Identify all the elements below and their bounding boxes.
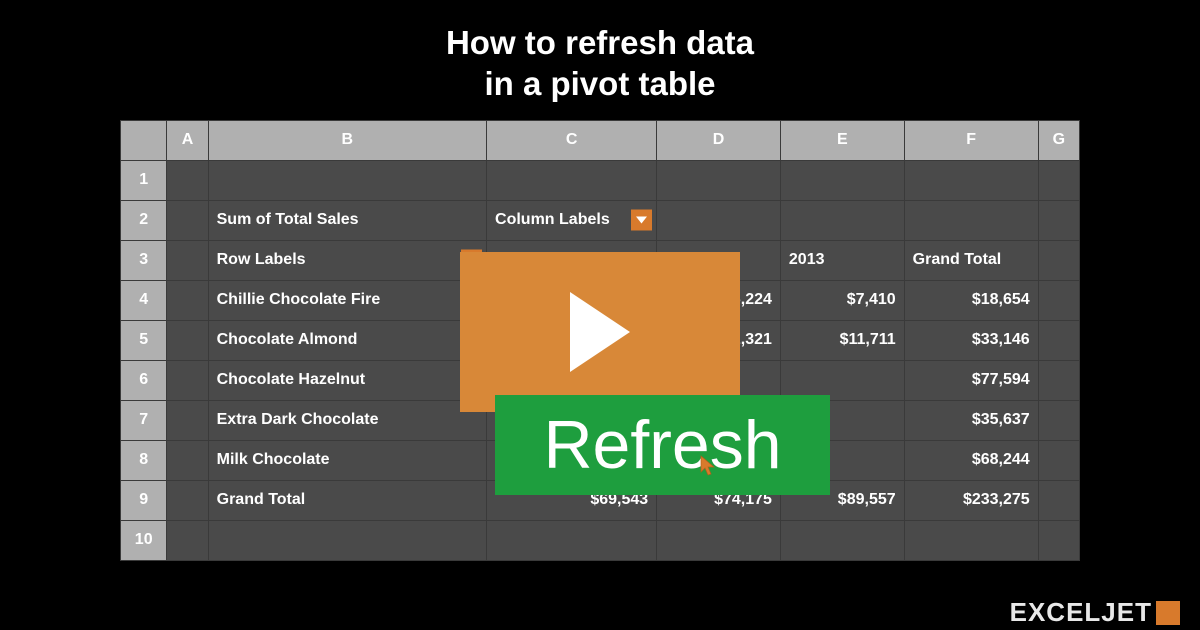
table-row: 2 Sum of Total Sales Column Labels (121, 200, 1080, 240)
cell[interactable] (1038, 240, 1079, 280)
cell[interactable] (167, 400, 208, 440)
cell[interactable] (208, 520, 486, 560)
brand-name: EXCELJET (1010, 597, 1152, 628)
row-header-6[interactable]: 6 (121, 360, 167, 400)
cell[interactable] (657, 200, 781, 240)
cell-value[interactable] (780, 360, 904, 400)
cell[interactable] (167, 320, 208, 360)
cell[interactable] (167, 240, 208, 280)
refresh-tooltip: Refresh (495, 395, 830, 495)
cell[interactable] (1038, 200, 1079, 240)
cell-value[interactable]: $11,711 (780, 320, 904, 360)
cell[interactable] (904, 520, 1038, 560)
cell-row-labels[interactable]: Row Labels (208, 240, 486, 280)
cell[interactable] (780, 520, 904, 560)
col-header-d[interactable]: D (657, 120, 781, 160)
title-line-2: in a pivot table (484, 65, 715, 102)
cell[interactable] (1038, 160, 1079, 200)
row-header-8[interactable]: 8 (121, 440, 167, 480)
cell-product[interactable]: Chocolate Hazelnut (208, 360, 486, 400)
cell[interactable] (487, 160, 657, 200)
corner-cell[interactable] (121, 120, 167, 160)
cell[interactable] (1038, 360, 1079, 400)
col-header-a[interactable]: A (167, 120, 208, 160)
row-header-5[interactable]: 5 (121, 320, 167, 360)
row-header-1[interactable]: 1 (121, 160, 167, 200)
cell[interactable] (167, 280, 208, 320)
cell[interactable] (167, 520, 208, 560)
row-header-10[interactable]: 10 (121, 520, 167, 560)
cell[interactable] (487, 520, 657, 560)
cell-value[interactable]: $77,594 (904, 360, 1038, 400)
refresh-label: Refresh (543, 406, 781, 484)
cell[interactable] (167, 440, 208, 480)
cell[interactable] (780, 200, 904, 240)
cell-product[interactable]: Extra Dark Chocolate (208, 400, 486, 440)
cell-column-labels[interactable]: Column Labels (487, 200, 657, 240)
cell[interactable] (657, 160, 781, 200)
cell[interactable] (1038, 280, 1079, 320)
table-row: 10 (121, 520, 1080, 560)
cell[interactable] (208, 160, 486, 200)
row-header-9[interactable]: 9 (121, 480, 167, 520)
cursor-icon (700, 455, 718, 477)
cell-value[interactable]: $33,146 (904, 320, 1038, 360)
col-header-f[interactable]: F (904, 120, 1038, 160)
row-header-2[interactable]: 2 (121, 200, 167, 240)
cell[interactable] (1038, 520, 1079, 560)
cell-product[interactable]: Chillie Chocolate Fire (208, 280, 486, 320)
cell[interactable] (904, 200, 1038, 240)
column-header-row: A B C D E F G (121, 120, 1080, 160)
cell-total-value[interactable]: $233,275 (904, 480, 1038, 520)
cell[interactable] (1038, 440, 1079, 480)
cell[interactable] (1038, 320, 1079, 360)
cell-value[interactable]: $35,637 (904, 400, 1038, 440)
chevron-down-icon (636, 217, 647, 224)
column-labels-text: Column Labels (495, 211, 610, 228)
cell[interactable] (167, 480, 208, 520)
column-labels-dropdown[interactable] (631, 210, 652, 231)
cell[interactable] (1038, 400, 1079, 440)
cell[interactable] (780, 160, 904, 200)
col-header-b[interactable]: B (208, 120, 486, 160)
table-row: 1 (121, 160, 1080, 200)
cell-grand-total-header[interactable]: Grand Total (904, 240, 1038, 280)
cell[interactable] (167, 160, 208, 200)
col-header-c[interactable]: C (487, 120, 657, 160)
col-header-e[interactable]: E (780, 120, 904, 160)
row-header-4[interactable]: 4 (121, 280, 167, 320)
cell[interactable] (167, 360, 208, 400)
cell-value[interactable]: $7,410 (780, 280, 904, 320)
play-button[interactable] (460, 252, 740, 412)
cell-year[interactable]: 2013 (780, 240, 904, 280)
cell-product[interactable]: Chocolate Almond (208, 320, 486, 360)
cell[interactable] (167, 200, 208, 240)
cell[interactable] (1038, 480, 1079, 520)
row-labels-text: Row Labels (217, 251, 306, 268)
brand-icon (1156, 601, 1180, 625)
title-line-1: How to refresh data (446, 24, 754, 61)
cell-measure-label[interactable]: Sum of Total Sales (208, 200, 486, 240)
brand-logo: EXCELJET (1010, 597, 1180, 628)
play-icon (565, 292, 635, 372)
cell[interactable] (657, 520, 781, 560)
page-title: How to refresh data in a pivot table (0, 0, 1200, 105)
cell-value[interactable]: $68,244 (904, 440, 1038, 480)
row-header-7[interactable]: 7 (121, 400, 167, 440)
cell-grand-total-row[interactable]: Grand Total (208, 480, 486, 520)
cell-value[interactable]: $18,654 (904, 280, 1038, 320)
col-header-g[interactable]: G (1038, 120, 1079, 160)
cell-product[interactable]: Milk Chocolate (208, 440, 486, 480)
row-header-3[interactable]: 3 (121, 240, 167, 280)
cell[interactable] (904, 160, 1038, 200)
